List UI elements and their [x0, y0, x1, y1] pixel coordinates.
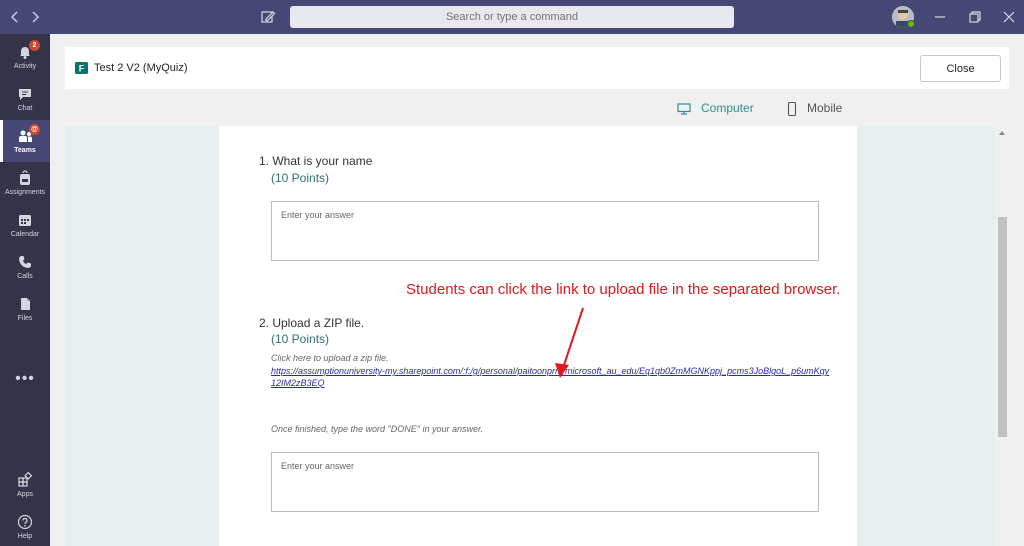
rail-item-assignments[interactable]: Assignments — [0, 162, 50, 204]
question-2-title: 2. Upload a ZIP file. — [259, 316, 365, 330]
rail-item-help[interactable]: Help — [0, 506, 50, 546]
calendar-icon — [19, 215, 31, 226]
rail-item-calls[interactable]: Calls — [0, 246, 50, 288]
close-icon[interactable] — [1000, 8, 1018, 26]
rail-item-label: Chat — [17, 105, 33, 112]
annotation-arrow-icon — [555, 307, 584, 378]
teams-mention-badge: @ — [29, 124, 40, 135]
rail-item-label: Activity — [13, 63, 37, 70]
question-1-title: 1. What is your name — [259, 154, 373, 168]
rail-item-label: Teams — [14, 147, 36, 154]
chat-icon — [19, 89, 31, 100]
rail-item-chat[interactable]: Chat — [0, 78, 50, 120]
tab-computer-label: Computer — [701, 101, 754, 115]
answer-placeholder: Enter your answer — [281, 461, 355, 471]
forward-button[interactable] — [26, 8, 44, 26]
tab-mobile-label: Mobile — [807, 101, 843, 115]
question-1-answer-input[interactable]: Enter your answer — [271, 201, 819, 261]
scroll-up-arrow-icon[interactable] — [995, 128, 1009, 138]
scrollbar-thumb[interactable] — [998, 217, 1007, 437]
monitor-icon — [677, 103, 691, 115]
dialog-header: F Test 2 V2 (MyQuiz) Close — [65, 47, 1009, 89]
restore-icon[interactable] — [966, 8, 984, 26]
rail-item-label: Help — [17, 533, 33, 540]
more-apps-button[interactable]: ••• — [0, 371, 50, 394]
search-input[interactable] — [290, 6, 734, 28]
rail-item-activity[interactable]: 2 Activity — [0, 36, 50, 78]
tab-computer[interactable]: Computer — [677, 101, 754, 115]
rail-item-label: Apps — [17, 491, 33, 498]
minimize-icon[interactable] — [931, 8, 949, 26]
question-2-points: (10 Points) — [271, 332, 330, 346]
annotation-text: Students can click the link to upload fi… — [406, 281, 841, 298]
svg-text:F: F — [79, 64, 85, 74]
answer-placeholder: Enter your answer — [281, 210, 355, 220]
help-icon — [17, 514, 33, 530]
rail-item-files[interactable]: Files — [0, 288, 50, 330]
chevron-left-icon — [10, 11, 18, 23]
question-2-note: Once finished, type the word "DONE" in y… — [271, 424, 484, 434]
forms-app-icon: F — [75, 62, 88, 74]
dialog-title: Test 2 V2 (MyQuiz) — [94, 62, 188, 74]
file-icon — [21, 298, 30, 310]
rail-item-apps[interactable]: Apps — [0, 464, 50, 506]
question-1-points: (10 Points) — [271, 171, 330, 185]
presence-available-icon — [907, 20, 915, 28]
app-rail: 2 Activity Chat @ Teams Assignments Cale… — [0, 34, 50, 546]
rail-item-teams[interactable]: @ Teams — [0, 120, 50, 162]
close-button[interactable]: Close — [920, 55, 1001, 82]
compose-icon[interactable] — [260, 9, 276, 25]
rail-item-label: Assignments — [4, 189, 46, 196]
vertical-scrollbar[interactable] — [995, 126, 1009, 546]
activity-badge: 2 — [29, 40, 40, 51]
phone-icon — [19, 256, 31, 268]
tab-mobile[interactable]: Mobile — [787, 101, 842, 116]
question-2-answer-input[interactable]: Enter your answer — [271, 452, 819, 512]
form-preview-area: 1. What is your name (10 Points) Enter y… — [65, 126, 995, 546]
rail-item-label: Calendar — [10, 231, 40, 238]
view-switcher: Computer Mobile — [65, 89, 1009, 126]
chevron-right-icon — [32, 11, 40, 23]
phone-device-icon — [787, 101, 797, 116]
title-bar — [0, 0, 1024, 34]
back-button[interactable] — [6, 8, 24, 26]
form-paper: 1. What is your name (10 Points) Enter y… — [219, 126, 857, 546]
question-2-description: Click here to upload a zip file. — [271, 353, 389, 363]
backpack-icon — [20, 170, 30, 185]
rail-item-label: Files — [17, 315, 33, 322]
apps-icon — [18, 472, 33, 487]
rail-item-calendar[interactable]: Calendar — [0, 204, 50, 246]
rail-item-label: Calls — [17, 273, 33, 280]
